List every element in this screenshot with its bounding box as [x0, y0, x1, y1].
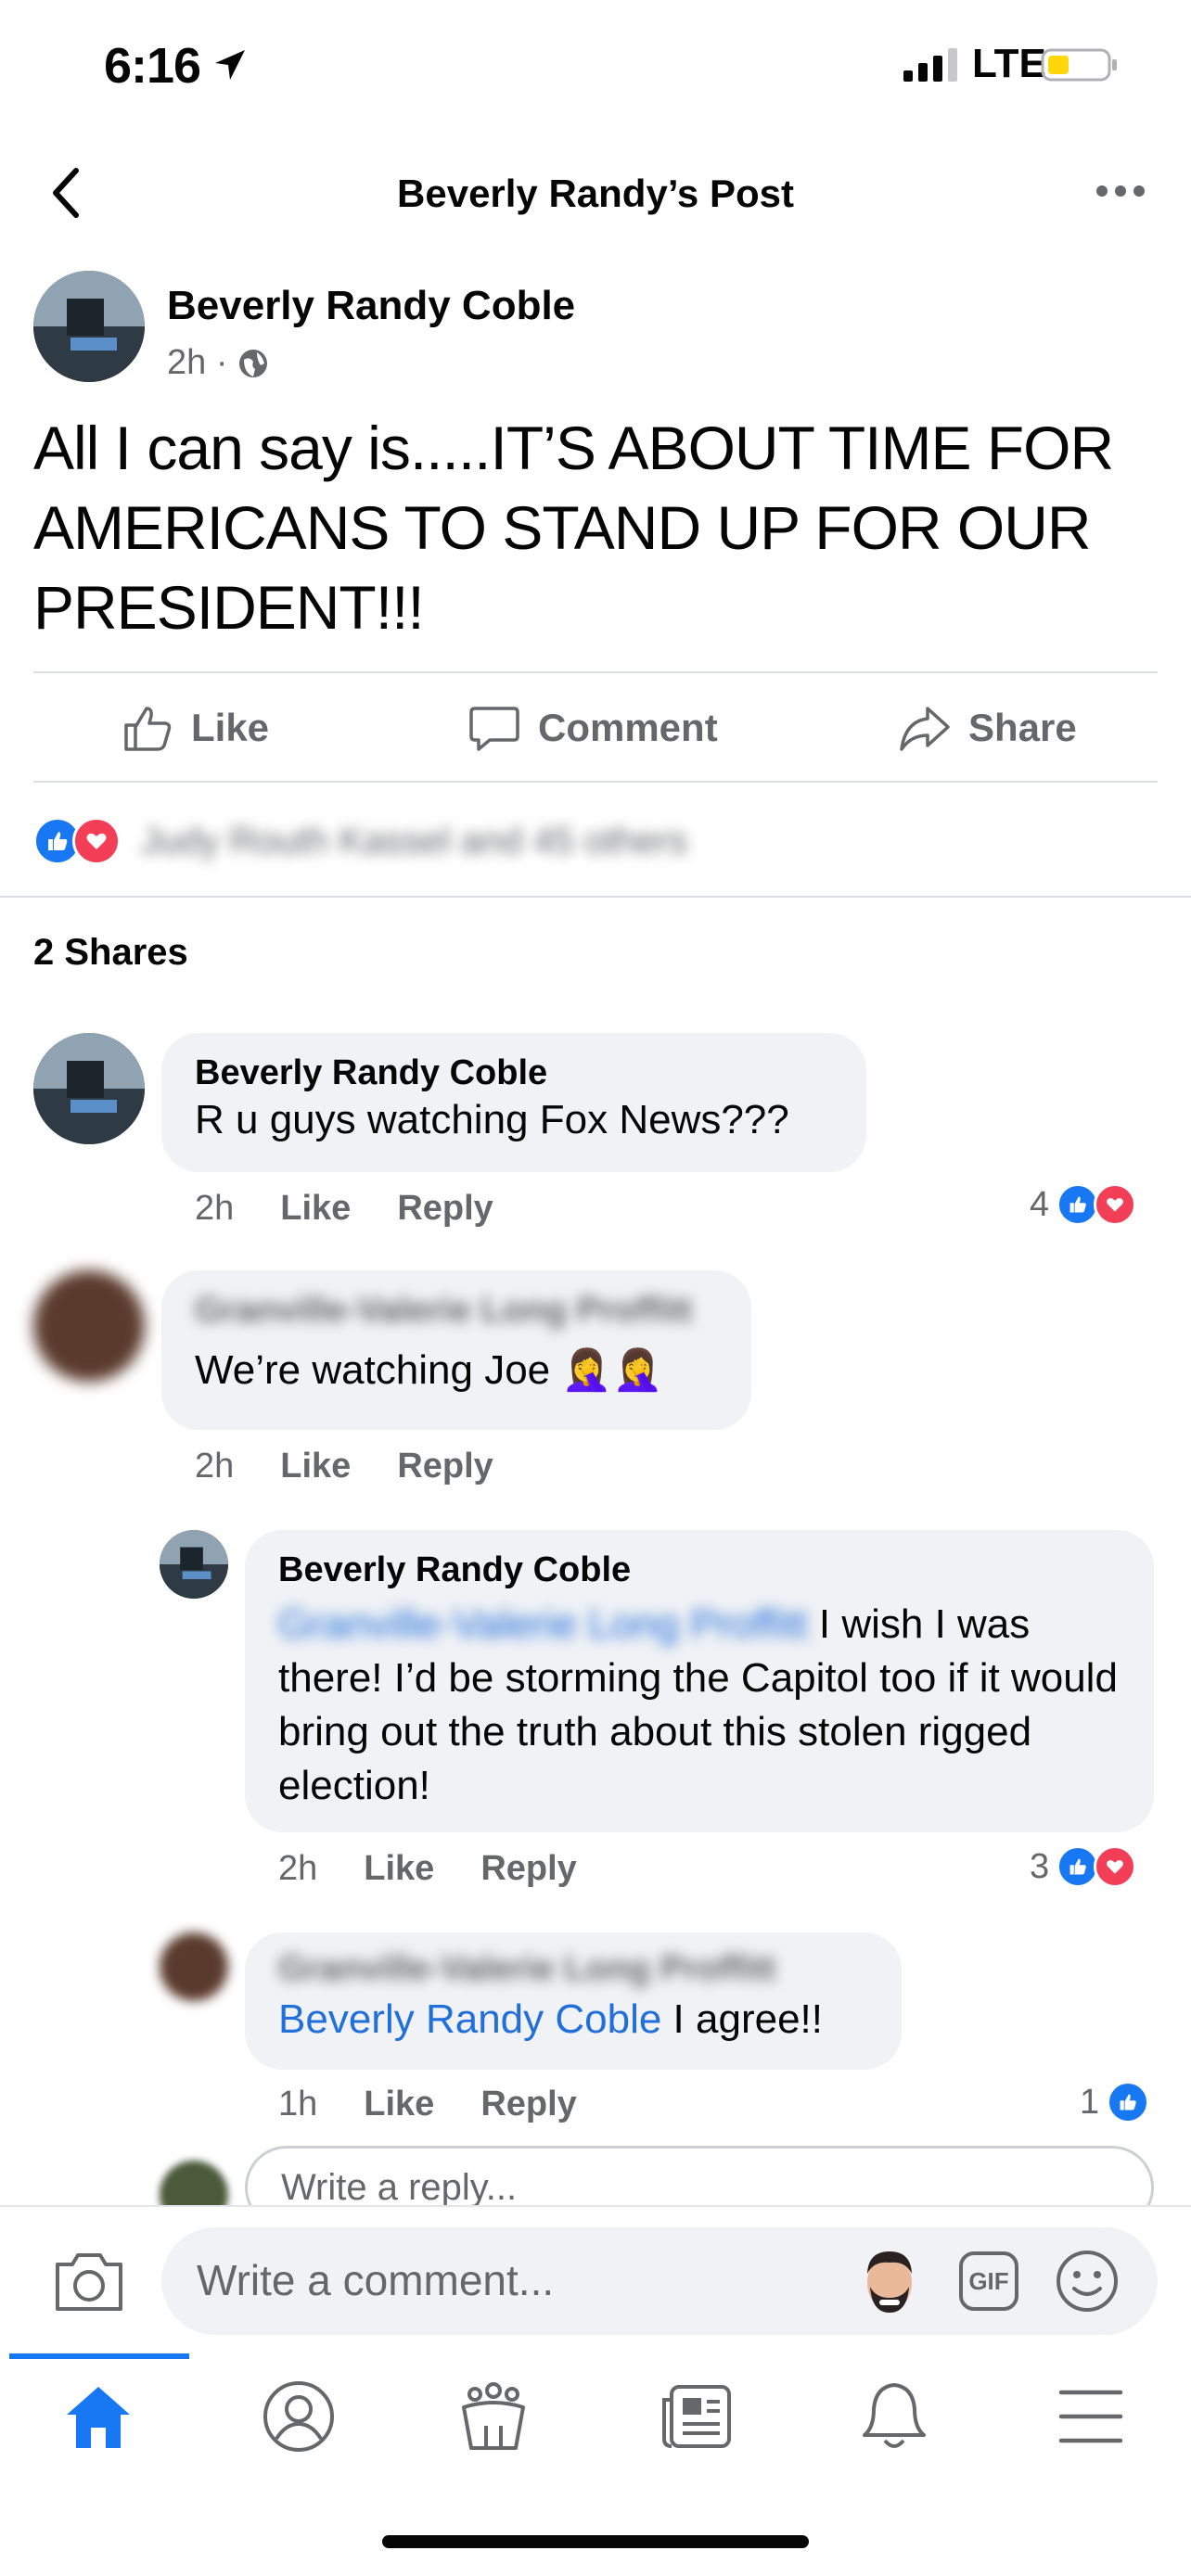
comment-actions: 2h Like Reply — [195, 1447, 493, 1486]
share-icon — [900, 707, 950, 751]
reply-author[interactable]: Beverly Randy Coble — [278, 1550, 1121, 1590]
reply-reply-button[interactable]: Reply — [480, 1849, 576, 1889]
comment-like-button[interactable]: Like — [280, 1189, 351, 1229]
comment-reply-button[interactable]: Reply — [397, 1189, 493, 1229]
reply-body: I agree!! — [661, 1996, 823, 2042]
menu-icon[interactable] — [1057, 2387, 1124, 2446]
reply-reply-button[interactable]: Reply — [480, 2085, 576, 2124]
more-options-icon[interactable] — [1095, 182, 1146, 200]
reply-text: Granville-Valerie Long Proffitt I wish I… — [278, 1598, 1121, 1813]
reactions-summary[interactable]: Judy Routh Kassel and 45 others — [33, 817, 688, 865]
post-time: 2h · — [167, 343, 228, 382]
post-author[interactable]: Beverly Randy Coble — [167, 283, 575, 329]
comment-author[interactable]: Granville-Valerie Long Proffitt — [195, 1291, 718, 1331]
shares-count[interactable]: 2 Shares — [33, 932, 188, 974]
thumbs-up-icon — [124, 707, 172, 751]
reply-avatar[interactable] — [160, 1932, 228, 2001]
love-reaction-icon — [72, 817, 121, 865]
reply-text: Beverly Randy Coble I agree!! — [278, 1993, 868, 2047]
notifications-bell-icon[interactable] — [859, 2379, 929, 2454]
reply-mention[interactable]: Beverly Randy Coble — [278, 1996, 661, 2042]
like-button[interactable]: Like — [121, 700, 269, 756]
comment-label: Comment — [538, 706, 718, 749]
home-indicator — [382, 2535, 809, 2548]
comment-icon — [469, 707, 519, 751]
comment-text: We’re watching Joe 🤦‍♀️🤦‍♀️ — [195, 1347, 663, 1393]
comment-time: 2h — [195, 1447, 235, 1486]
reply-time: 2h — [278, 1849, 318, 1888]
love-reaction-icon — [1094, 1183, 1137, 1226]
globe-icon — [239, 349, 268, 377]
reply-author[interactable]: Granville-Valerie Long Proffitt — [278, 1949, 868, 1989]
camera-icon[interactable] — [52, 2248, 126, 2315]
active-tab-indicator — [9, 2353, 189, 2359]
comment-reactions[interactable]: 4 — [1030, 1183, 1137, 1226]
reply-like-button[interactable]: Like — [364, 2085, 434, 2124]
avatar-sticker-icon[interactable] — [859, 2246, 920, 2316]
reply-mention[interactable]: Granville-Valerie Long Proffitt — [278, 1601, 808, 1647]
reply-like-button[interactable]: Like — [364, 1849, 434, 1889]
reply-actions: 2h Like Reply — [278, 1849, 577, 1889]
share-label: Share — [968, 706, 1077, 749]
comment-avatar[interactable] — [33, 1270, 145, 1382]
news-feed-icon[interactable] — [659, 2381, 733, 2452]
comment-bubble[interactable]: Granville-Valerie Long Proffitt We’re wa… — [161, 1270, 751, 1430]
emoji-icon[interactable] — [1054, 2248, 1121, 2315]
author-avatar[interactable] — [33, 271, 145, 382]
reaction-count: 4 — [1030, 1184, 1050, 1224]
post-text: All I can say is.....IT’S ABOUT TIME FOR… — [33, 414, 1114, 642]
battery-icon — [1041, 48, 1117, 82]
gif-button[interactable]: GIF — [959, 2251, 1018, 2311]
page-title: Beverly Randy’s Post — [397, 172, 794, 215]
comment-text: R u guys watching Fox News??? — [195, 1097, 789, 1142]
divider — [33, 781, 1158, 783]
comment-like-button[interactable]: Like — [280, 1447, 351, 1486]
reaction-count: 1 — [1080, 2082, 1100, 2122]
love-reaction-icon — [1094, 1845, 1137, 1888]
reactions-text: Judy Routh Kassel and 45 others — [141, 820, 688, 861]
reply-time: 1h — [278, 2085, 318, 2123]
reply-reactions[interactable]: 3 — [1030, 1845, 1137, 1888]
comment-reply-button[interactable]: Reply — [397, 1447, 493, 1486]
carrier-label: LTE — [972, 41, 1046, 86]
reply-actions: 1h Like Reply — [278, 2085, 577, 2124]
groups-icon[interactable] — [455, 2379, 532, 2454]
post-meta: 2h · — [167, 343, 270, 383]
reply-bubble[interactable]: Granville-Valerie Long Proffitt Beverly … — [245, 1932, 902, 2070]
divider — [33, 671, 1158, 673]
like-label: Like — [191, 706, 270, 749]
comment-bubble[interactable]: Beverly Randy Coble R u guys watching Fo… — [161, 1033, 866, 1172]
like-reaction-icon — [1107, 2081, 1150, 2123]
signal-icon — [903, 48, 957, 82]
location-arrow-icon — [215, 50, 245, 80]
comment-time: 2h — [195, 1189, 235, 1228]
comment-avatar[interactable] — [33, 1033, 145, 1144]
home-icon[interactable] — [63, 2383, 134, 2450]
reply-reactions[interactable]: 1 — [1080, 2081, 1150, 2123]
share-button[interactable]: Share — [898, 700, 1077, 756]
status-time: 6:16 — [104, 38, 201, 94]
reaction-count: 3 — [1030, 1846, 1050, 1886]
comment-placeholder[interactable]: Write a comment... — [197, 2255, 554, 2305]
reply-avatar[interactable] — [160, 1530, 228, 1599]
profile-icon[interactable] — [262, 2379, 336, 2454]
comment-button[interactable]: Comment — [467, 700, 718, 756]
section-divider — [0, 896, 1191, 898]
reply-bubble[interactable]: Beverly Randy Coble Granville-Valerie Lo… — [245, 1530, 1154, 1832]
comment-actions: 2h Like Reply — [195, 1189, 493, 1229]
comment-author[interactable]: Beverly Randy Coble — [195, 1053, 833, 1093]
